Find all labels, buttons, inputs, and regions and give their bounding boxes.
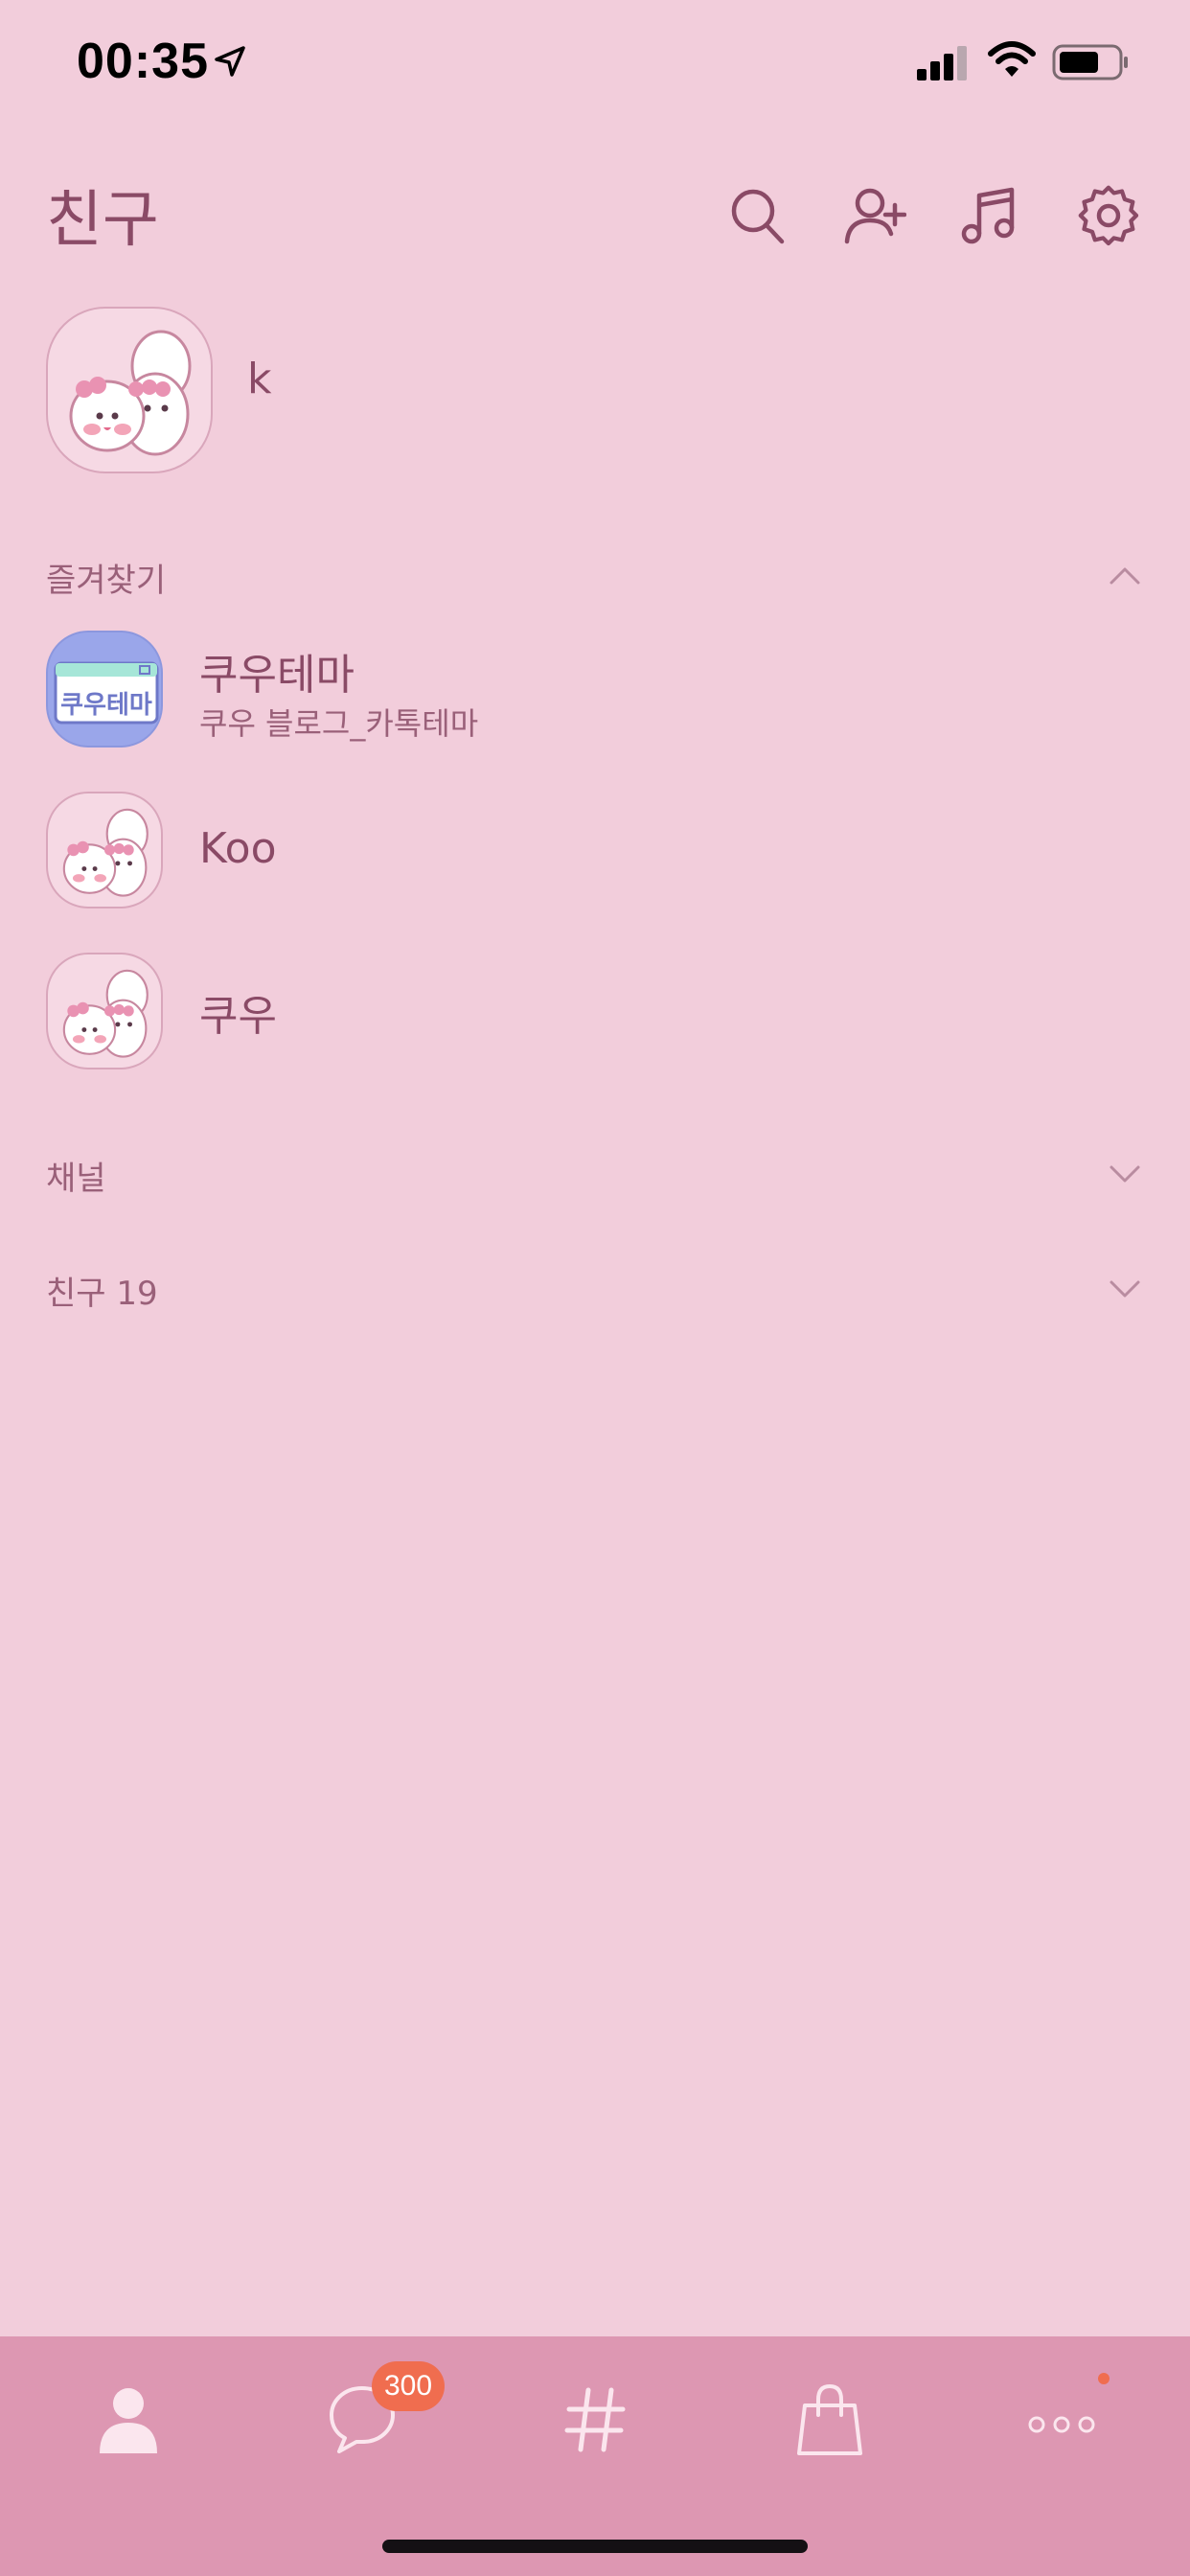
battery-icon (1052, 42, 1131, 86)
status-bar: 00:35 (0, 0, 1190, 134)
list-item[interactable]: Koo (46, 792, 1144, 916)
unread-badge: 300 (372, 2361, 445, 2411)
character-illustration (69, 330, 192, 456)
chevron-down-icon[interactable] (1106, 1269, 1144, 1307)
cellular-signal-icon (915, 44, 971, 86)
avatar[interactable] (46, 307, 213, 473)
location-arrow-icon (213, 44, 247, 82)
shopping-bag-icon (797, 2383, 862, 2455)
channels-section-header[interactable]: 채널 (46, 1144, 1144, 1202)
character-illustration (62, 969, 149, 1058)
person-icon (100, 2388, 157, 2453)
page-title: 친구 (46, 185, 159, 256)
avatar[interactable] (46, 953, 163, 1070)
chevron-up-icon[interactable] (1106, 556, 1144, 594)
home-indicator[interactable] (382, 2540, 808, 2553)
add-friend-icon[interactable] (843, 184, 907, 247)
friends-section-title: 친구 19 (46, 1275, 158, 1313)
avatar[interactable] (46, 792, 163, 908)
notification-dot (1098, 2373, 1110, 2384)
friend-name: 쿠우 (199, 992, 277, 1041)
chevron-down-icon[interactable] (1106, 1154, 1144, 1192)
search-icon[interactable] (726, 184, 790, 247)
character-illustration (62, 808, 149, 897)
settings-icon[interactable] (1077, 184, 1140, 247)
friend-name: Koo (199, 824, 277, 873)
list-item[interactable]: 쿠우테마 쿠우테마 쿠우 블로그_카톡테마 (46, 631, 1144, 755)
channels-section-title: 채널 (46, 1160, 106, 1198)
avatar-text: 쿠우테마 (60, 691, 152, 720)
music-icon[interactable] (958, 184, 1021, 247)
tab-friends[interactable] (71, 2365, 186, 2471)
my-profile-name: k (247, 355, 272, 403)
hashtag-icon (564, 2387, 626, 2452)
theme-badge-graphic: 쿠우테마 (54, 661, 159, 724)
tab-shopping[interactable] (772, 2365, 887, 2471)
favorites-section-header[interactable]: 즐겨찾기 (46, 546, 1144, 604)
friends-section-header[interactable]: 친구 19 (46, 1259, 1144, 1317)
list-item[interactable]: 쿠우 (46, 953, 1144, 1077)
wifi-icon (987, 40, 1037, 84)
friend-name: 쿠우테마 (199, 651, 355, 700)
my-profile[interactable]: k (46, 307, 1144, 475)
avatar[interactable]: 쿠우테마 (46, 631, 163, 748)
more-dots-icon (1028, 2416, 1095, 2433)
header: 친구 (0, 163, 1190, 268)
favorites-section-title: 즐겨찾기 (46, 562, 167, 600)
tab-view[interactable] (538, 2365, 653, 2471)
status-time: 00:35 (77, 34, 209, 89)
friend-status-message: 쿠우 블로그_카톡테마 (199, 705, 479, 742)
